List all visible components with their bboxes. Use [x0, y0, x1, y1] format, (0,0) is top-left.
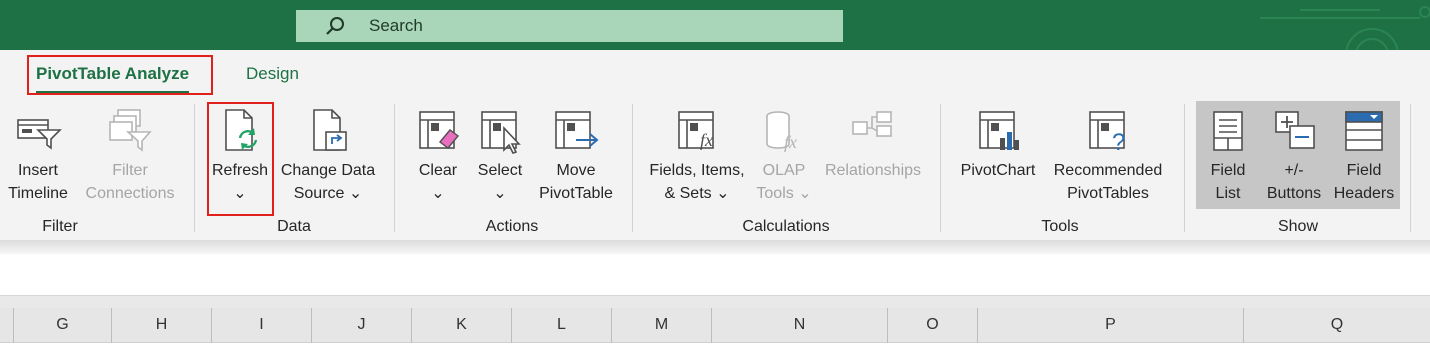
change-data-source-icon: [304, 108, 352, 159]
label-line1: Relationships: [824, 162, 922, 179]
label-line2: List: [1215, 185, 1241, 202]
title-decoration-icon: [1260, 6, 1430, 50]
label-line1: Filter: [112, 162, 148, 179]
field-headers-icon: [1340, 108, 1388, 159]
plus-minus-buttons-button[interactable]: +/- Buttons: [1260, 104, 1328, 208]
field-list-icon: [1204, 108, 1252, 159]
fields-items-sets-button[interactable]: fx Fields, Items, & Sets ⌄: [644, 104, 750, 208]
pivotchart-icon: [974, 108, 1022, 159]
label-line1: Select: [477, 162, 523, 179]
group-separator: [632, 104, 633, 232]
pivotchart-button[interactable]: PivotChart: [954, 104, 1042, 208]
label-line2: PivotTable: [539, 185, 613, 202]
column-header-n[interactable]: N: [712, 308, 888, 343]
label-line1: +/-: [1284, 162, 1304, 179]
sheet-gap: [0, 296, 1430, 308]
column-header-i[interactable]: I: [212, 308, 312, 343]
svg-text:fx: fx: [700, 130, 713, 150]
label-line1: Recommended: [1053, 162, 1163, 179]
dropdown-chevron: ⌄: [431, 185, 445, 202]
timeline-icon: [14, 108, 62, 157]
search-placeholder: Search: [369, 16, 423, 35]
svg-text:?: ?: [1112, 129, 1125, 154]
label-line1: Field: [1346, 162, 1382, 179]
column-header-k[interactable]: K: [412, 308, 512, 343]
search-box[interactable]: Search: [296, 10, 843, 42]
recommended-pivottables-button[interactable]: ? Recommended PivotTables: [1046, 104, 1170, 208]
dropdown-chevron: ⌄: [493, 185, 507, 202]
group-label-show: Show: [1277, 218, 1319, 235]
fields-items-sets-icon: fx: [673, 108, 721, 159]
formula-bar-area[interactable]: [0, 254, 1430, 296]
recommended-pivottables-icon: ?: [1084, 108, 1132, 159]
move-pivottable-button[interactable]: Move PivotTable: [534, 104, 618, 208]
search-icon: [324, 15, 346, 42]
label-line2: Timeline: [8, 185, 68, 202]
ribbon-shadow: [0, 240, 1430, 254]
tab-design[interactable]: Design: [246, 64, 299, 84]
column-header-q[interactable]: Q: [1244, 308, 1430, 343]
column-header-o[interactable]: O: [888, 308, 978, 343]
relationships-button[interactable]: Relationships: [818, 104, 928, 208]
column-headers: G H I J K L M N O P Q: [0, 308, 1430, 343]
clear-button[interactable]: Clear ⌄: [408, 104, 468, 208]
olap-tools-icon: fx: [760, 108, 808, 159]
field-list-button[interactable]: Field List: [1200, 104, 1256, 208]
label-line2: Headers: [1333, 185, 1395, 202]
group-label-filter: Filter: [42, 218, 78, 235]
filter-connections-icon: [106, 108, 154, 157]
title-bar: Search: [0, 0, 1430, 50]
insert-timeline-button[interactable]: Insert Timeline: [2, 104, 74, 208]
label-line2: Tools ⌄: [756, 185, 812, 202]
select-button[interactable]: Select ⌄: [472, 104, 528, 208]
field-headers-button[interactable]: Field Headers: [1330, 104, 1398, 208]
label-line1: Insert: [17, 162, 58, 179]
svg-text:fx: fx: [784, 132, 797, 152]
column-header-j[interactable]: J: [312, 308, 412, 343]
group-label-calculations: Calculations: [742, 218, 830, 235]
ribbon-tabs: PivotTable Analyze Design: [0, 50, 1430, 100]
group-separator: [1184, 104, 1185, 232]
filter-connections-button[interactable]: Filter Connections: [78, 104, 182, 208]
label-line2: & Sets ⌄: [664, 185, 730, 202]
highlight-box-tab: [27, 55, 213, 95]
group-separator: [1410, 104, 1411, 232]
label-line1: Field: [1210, 162, 1246, 179]
label-line1: PivotChart: [960, 162, 1036, 179]
column-header-h[interactable]: H: [112, 308, 212, 343]
label-line2: Buttons: [1266, 185, 1322, 202]
label-line1: OLAP: [762, 162, 806, 179]
label-line2: PivotTables: [1067, 185, 1149, 202]
column-header-m[interactable]: M: [612, 308, 712, 343]
plus-minus-icon: [1270, 108, 1318, 159]
label-line2: Source ⌄: [293, 185, 363, 202]
clear-icon: [414, 108, 462, 159]
column-header-p[interactable]: P: [978, 308, 1244, 343]
select-icon: [476, 108, 524, 159]
change-data-source-button[interactable]: Change Data Source ⌄: [276, 104, 380, 208]
move-pivottable-icon: [552, 108, 600, 159]
tab-label: Design: [246, 64, 299, 83]
group-label-data: Data: [277, 218, 311, 235]
label-line1: Change Data: [280, 162, 376, 179]
group-separator: [194, 104, 195, 232]
group-label-actions: Actions: [485, 218, 539, 235]
label-line1: Fields, Items,: [649, 162, 745, 179]
group-separator: [394, 104, 395, 232]
label-line2: Connections: [85, 185, 175, 202]
group-label-tools: Tools: [1041, 218, 1079, 235]
column-header-l[interactable]: L: [512, 308, 612, 343]
column-header-edge: [0, 308, 14, 343]
group-separator: [940, 104, 941, 232]
highlight-box-refresh: [207, 102, 274, 216]
column-header-g[interactable]: G: [14, 308, 112, 343]
label-line1: Move: [556, 162, 596, 179]
olap-tools-button[interactable]: fx OLAP Tools ⌄: [754, 104, 814, 208]
relationships-icon: [849, 108, 897, 159]
label-line1: Clear: [418, 162, 458, 179]
